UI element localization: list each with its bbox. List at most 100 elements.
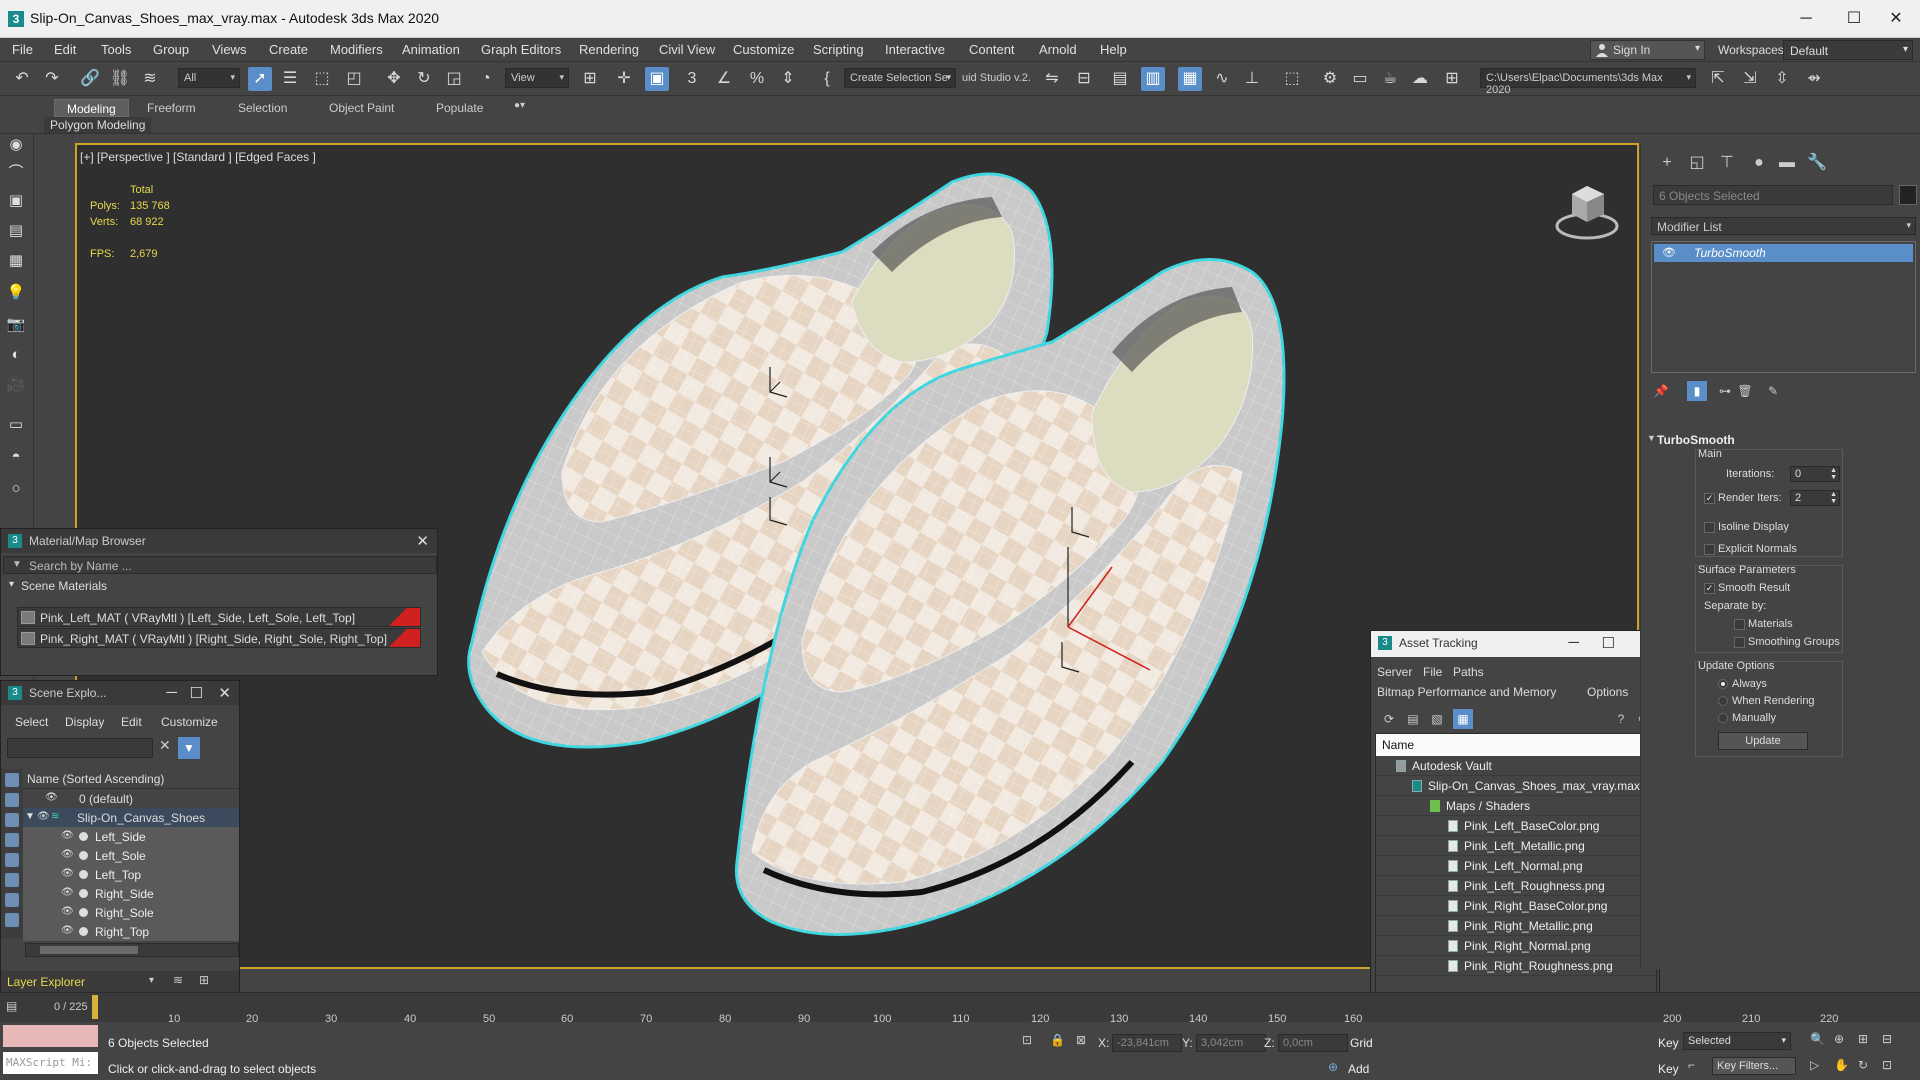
schematic-view-icon[interactable]: ⊥	[1240, 67, 1264, 91]
always-radio[interactable]	[1718, 679, 1728, 689]
modifier-list-select[interactable]: Modifier List ▾	[1651, 217, 1916, 235]
maxscript-listener-output[interactable]	[3, 1025, 98, 1047]
eye-icon[interactable]: 👁	[61, 887, 74, 898]
make-unique-icon[interactable]: ⊶	[1715, 381, 1735, 401]
bind-space-warp-icon[interactable]: ≋	[138, 67, 162, 91]
se-menu-display[interactable]: Display	[65, 715, 104, 729]
list-view-icon[interactable]: ▤	[1403, 709, 1423, 729]
render-iters-checkbox[interactable]: ✓	[1704, 493, 1715, 504]
modify-tab-icon[interactable]: ◱	[1685, 151, 1709, 175]
orbit-icon[interactable]: ⌒	[5, 162, 27, 184]
material-search-input[interactable]: ▼ Search by Name ...	[3, 556, 437, 574]
camera-filter-icon[interactable]	[5, 833, 19, 847]
show-end-result-icon[interactable]: ▮	[1687, 381, 1707, 401]
spinner-arrows-icon[interactable]: ▲ ▼	[1830, 491, 1837, 505]
camera-icon[interactable]: 📷	[5, 314, 27, 336]
object-name-field[interactable]: 6 Objects Selected	[1653, 185, 1893, 205]
close-button[interactable]: ✕	[1876, 6, 1916, 32]
at-menu-file[interactable]: File	[1423, 665, 1442, 679]
pin-stack-icon[interactable]: 📌	[1651, 381, 1671, 401]
edit-named-selection-icon[interactable]: {	[815, 67, 839, 91]
timeline-config-icon[interactable]: ▤	[6, 999, 24, 1017]
menu-customize[interactable]: Customize	[733, 42, 794, 57]
key-filters-button[interactable]: Key Filters...	[1712, 1057, 1796, 1075]
asset-row-map[interactable]: Pink_Left_Normal.png	[1376, 856, 1656, 876]
menu-graph-editors[interactable]: Graph Editors	[481, 42, 561, 57]
layer-row-default[interactable]: 👁 0 (default)	[23, 789, 239, 808]
keyboard-shortcut-override-icon[interactable]: ▣	[645, 67, 669, 91]
minimize-icon[interactable]: ─	[166, 684, 177, 701]
clear-search-icon[interactable]: ✕	[159, 737, 171, 754]
geometry-filter-icon[interactable]	[5, 773, 19, 787]
helper-filter-icon[interactable]	[5, 853, 19, 867]
light-icon[interactable]: 💡	[5, 282, 27, 304]
minimize-icon[interactable]: ─	[1568, 634, 1579, 651]
align-icon[interactable]: ⊟	[1072, 67, 1096, 91]
explorer-mode-select[interactable]: Layer Explorer ▾ ≋ ⊞	[1, 971, 239, 993]
render-setup-icon[interactable]: ⚙	[1318, 67, 1342, 91]
redo-icon[interactable]: ↷	[40, 67, 64, 91]
material-item[interactable]: Pink_Right_MAT ( VRayMtl ) [Right_Side, …	[17, 628, 421, 648]
menu-rendering[interactable]: Rendering	[579, 42, 639, 57]
chevron-down-icon[interactable]: ▼	[1647, 433, 1656, 443]
zoom-extents-all-icon[interactable]: ⊟	[1882, 1032, 1892, 1046]
asset-row-map[interactable]: Pink_Left_Roughness.png	[1376, 876, 1656, 896]
asset-row-map[interactable]: Pink_Right_Normal.png	[1376, 936, 1656, 956]
menu-file[interactable]: File	[12, 42, 33, 57]
eye-icon[interactable]: 👁	[37, 811, 50, 822]
object-row[interactable]: 👁 Left_Sole	[23, 846, 239, 865]
scale-icon[interactable]: ◲	[442, 67, 466, 91]
pan-icon[interactable]: ✋	[1834, 1058, 1849, 1072]
at-menu-paths[interactable]: Paths	[1453, 665, 1484, 679]
snaps-toggle-icon[interactable]: 3	[680, 67, 704, 91]
helper-icon[interactable]: ◐	[5, 344, 27, 366]
object-row[interactable]: 👁 Right_Sole	[23, 903, 239, 922]
set-key-label[interactable]: Key	[1658, 1062, 1679, 1076]
unlink-icon[interactable]: ⛓	[108, 67, 132, 91]
layers-icon[interactable]: ≋	[173, 973, 183, 987]
eye-icon[interactable]: 👁	[61, 868, 74, 879]
asset-row-map[interactable]: Pink_Left_BaseColor.png	[1376, 816, 1656, 836]
container-icon[interactable]: ▭	[5, 414, 27, 436]
rollout-title[interactable]: TurboSmooth	[1657, 433, 1735, 447]
select-object-icon[interactable]: ➚	[248, 67, 272, 91]
project-path-select[interactable]: C:\Users\Elpac\Documents\3ds Max 2020 ▾	[1480, 68, 1696, 96]
asset-row-file[interactable]: Slip-On_Canvas_Shoes_max_vray.max	[1376, 776, 1656, 796]
display-tab-icon[interactable]: ▬	[1775, 151, 1799, 175]
menu-interactive[interactable]: Interactive	[885, 42, 945, 57]
xref-filter-icon[interactable]	[5, 913, 19, 927]
curve-editor-icon[interactable]: ∿	[1210, 67, 1234, 91]
delete-modifier-icon[interactable]: 🗑	[1735, 381, 1755, 401]
auto-key-label[interactable]: Key	[1658, 1036, 1679, 1050]
place-icon[interactable]: ◔	[474, 67, 498, 91]
viewcube-icon[interactable]	[1554, 180, 1620, 242]
at-menu-options[interactable]: Options	[1587, 685, 1628, 699]
iterations-spinner[interactable]: 0 ▲ ▼	[1790, 466, 1840, 482]
group-filter-icon[interactable]	[5, 893, 19, 907]
rotate-icon[interactable]: ↻	[412, 67, 436, 91]
menu-arnold[interactable]: Arnold	[1039, 42, 1077, 57]
mirror-icon[interactable]: ⇋	[1040, 67, 1064, 91]
layer-manager-icon[interactable]: ▤	[1108, 67, 1132, 91]
menu-help[interactable]: Help	[1100, 42, 1127, 57]
zoom-icon[interactable]: 🔍	[1810, 1032, 1825, 1046]
undo-icon[interactable]: ↶	[10, 67, 34, 91]
menu-views[interactable]: Views	[212, 42, 246, 57]
a360-gallery-icon[interactable]: ⊞	[1440, 67, 1464, 91]
grid-icon[interactable]: ▦	[5, 250, 27, 272]
menu-civil-view[interactable]: Civil View	[659, 42, 715, 57]
menu-tools[interactable]: Tools	[101, 42, 131, 57]
explicit-normals-checkbox[interactable]	[1704, 544, 1715, 555]
maximize-viewport-icon[interactable]: ⊡	[1882, 1058, 1892, 1072]
eye-icon[interactable]: 👁	[1662, 246, 1676, 259]
table-view-icon[interactable]: ▦	[1453, 709, 1473, 729]
close-icon[interactable]: ✕	[416, 532, 429, 550]
scene-states-icon[interactable]: ▣	[5, 190, 27, 212]
materials-checkbox[interactable]	[1734, 619, 1745, 630]
percent-snap-icon[interactable]: %	[745, 67, 769, 91]
eye-icon[interactable]: 👁	[61, 849, 74, 860]
timeline[interactable]: ▤ 0 / 225 10 20 30 40 50 60 70 80 90 100…	[0, 992, 1920, 1025]
link-icon[interactable]: 🔗	[78, 67, 102, 91]
eye-icon[interactable]: 👁	[61, 925, 74, 936]
se-menu-edit[interactable]: Edit	[121, 715, 142, 729]
